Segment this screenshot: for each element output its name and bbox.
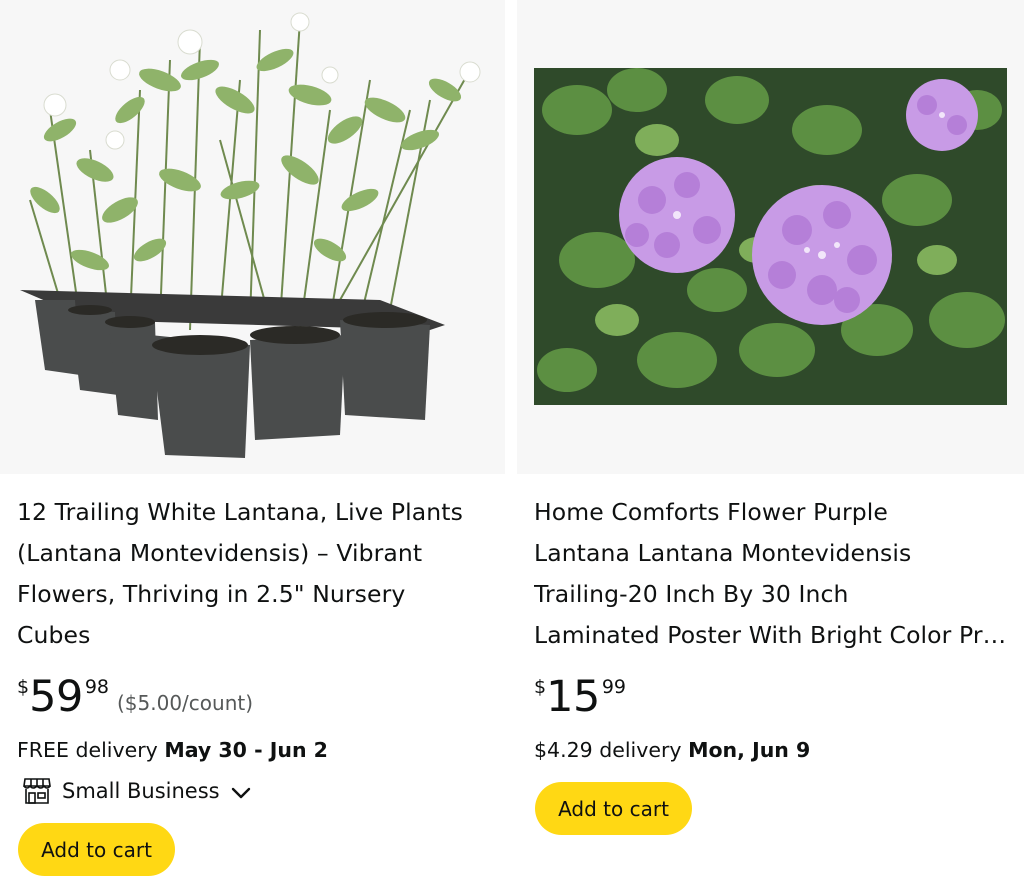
small-business-badge[interactable]: Small Business [22,777,252,805]
price-whole: 59 [29,672,83,722]
product-image-white-lantana-plants[interactable] [0,0,505,474]
unit-price: ($5.00/count) [117,691,254,715]
add-to-cart-button[interactable]: Add to cart [535,782,692,835]
purple-lantana-illustration [534,68,1007,405]
store-icon [23,778,51,804]
price-currency-symbol: $ [17,676,30,698]
product-title[interactable]: 12 Trailing White Lantana, Live Plants (… [17,492,495,656]
price-whole: 15 [546,672,600,722]
delivery-date: May 30 - Jun 2 [164,738,328,762]
product-title-line[interactable]: (Lantana Montevidensis) – Vibrant [17,533,495,574]
chevron-down-icon[interactable] [230,785,252,801]
product-price: $ 59 98 ($5.00/count) [17,672,253,722]
badge-label[interactable]: Small Business [62,779,220,803]
product-title-line[interactable]: Cubes [17,615,495,656]
product-card-purple-lantana-poster[interactable]: Home Comforts Flower Purple Lantana Lant… [517,0,1024,891]
delivery-prefix: FREE delivery [17,738,158,762]
product-title-line[interactable]: Home Comforts Flower Purple [534,492,1008,533]
price-currency-symbol: $ [534,676,547,698]
price-fraction: 98 [84,676,109,698]
add-to-cart-button[interactable]: Add to cart [18,823,175,876]
product-title-line[interactable]: 12 Trailing White Lantana, Live Plants [17,492,495,533]
white-lantana-illustration [20,12,481,458]
product-title-line[interactable]: Trailing-20 Inch By 30 Inch [534,574,1008,615]
delivery-prefix: $4.29 delivery [534,738,682,762]
product-title-line[interactable]: Lantana Lantana Montevidensis [534,533,1008,574]
product-title-line[interactable]: Flowers, Thriving in 2.5" Nursery [17,574,495,615]
delivery-date: Mon, Jun 9 [688,738,811,762]
product-title-line[interactable]: Laminated Poster With Bright Color Print [534,615,1008,656]
price-fraction: 99 [601,676,626,698]
delivery-info: $4.29 delivery Mon, Jun 9 [534,736,810,764]
product-image-purple-lantana-poster[interactable] [517,0,1024,474]
product-price: $ 15 99 [534,672,626,722]
product-card-white-lantana[interactable]: 12 Trailing White Lantana, Live Plants (… [0,0,505,891]
product-title[interactable]: Home Comforts Flower Purple Lantana Lant… [534,492,1008,656]
delivery-info: FREE delivery May 30 - Jun 2 [17,736,328,764]
